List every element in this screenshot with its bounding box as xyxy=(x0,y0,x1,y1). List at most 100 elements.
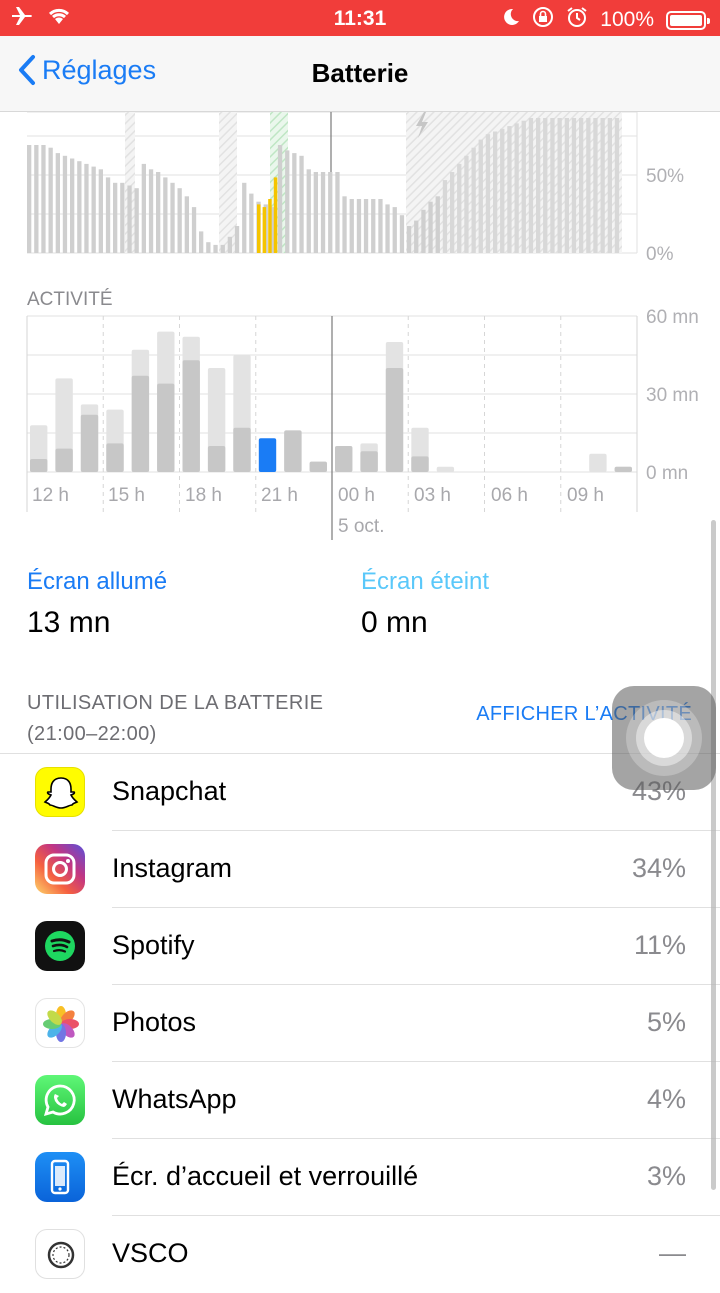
battery-bar xyxy=(507,126,512,253)
activity-bar-active xyxy=(157,383,175,472)
app-row-instagram[interactable]: Instagram 34% xyxy=(0,831,720,908)
charging-region xyxy=(219,112,237,253)
battery-bar xyxy=(62,155,68,253)
activity-bar-active xyxy=(106,443,124,472)
battery-bar xyxy=(177,188,182,253)
app-name: Instagram xyxy=(112,853,233,883)
battery-bar xyxy=(428,201,433,253)
battery-bar xyxy=(163,177,168,253)
screen-on-value: 13 mn xyxy=(27,606,111,639)
battery-bar xyxy=(514,123,519,254)
vsco-icon xyxy=(35,1229,85,1279)
battery-bar xyxy=(170,182,175,253)
app-row-home-lock-screen[interactable]: Écr. d’accueil et verrouillé 3% xyxy=(0,1139,720,1216)
status-right: 100% xyxy=(502,6,710,34)
battery-bar xyxy=(543,118,548,253)
battery-bar xyxy=(234,226,240,253)
battery-bar xyxy=(191,207,197,253)
moon-icon xyxy=(502,7,520,33)
battery-bar xyxy=(457,163,462,253)
battery-y-tick-0: 0% xyxy=(646,244,674,265)
battery-bar xyxy=(306,169,311,253)
battery-bar xyxy=(184,196,189,253)
battery-bar xyxy=(77,161,82,253)
date-label: 5 oct. xyxy=(338,516,384,537)
battery-bar xyxy=(242,182,247,253)
battery-bar xyxy=(48,147,53,253)
x-tick-12h: 12 h xyxy=(32,485,69,506)
battery-bar xyxy=(220,244,225,253)
battery-bar xyxy=(27,145,32,253)
battery-bar xyxy=(342,196,347,253)
alarm-icon xyxy=(566,6,588,34)
app-name: Spotify xyxy=(112,930,195,960)
battery-bar xyxy=(564,118,569,253)
activity-bar-active xyxy=(335,446,353,472)
battery-bar xyxy=(493,131,498,253)
battery-bar xyxy=(91,166,96,253)
battery-bar xyxy=(363,199,369,253)
battery-bar xyxy=(227,236,232,253)
battery-bar-highlight xyxy=(268,199,272,253)
battery-bar xyxy=(213,244,218,253)
battery-bar xyxy=(399,215,405,253)
activity-label: ACTIVITÉ xyxy=(27,289,113,310)
app-name: WhatsApp xyxy=(112,1084,237,1114)
x-tick-03h: 03 h xyxy=(414,485,451,506)
x-tick-15h: 15 h xyxy=(108,485,145,506)
scroll-indicator[interactable] xyxy=(711,520,716,1190)
battery-bar xyxy=(41,145,46,253)
screen-on-label[interactable]: Écran allumé xyxy=(27,568,167,596)
app-row-photos[interactable]: Photos 5% xyxy=(0,985,720,1062)
snapchat-icon xyxy=(35,767,85,817)
app-percent: 11% xyxy=(633,930,686,960)
battery-bar xyxy=(105,177,111,253)
battery-usage-time-range: (21:00–22:00) xyxy=(27,723,157,745)
battery-bar xyxy=(593,118,598,253)
battery-bar xyxy=(435,196,440,253)
battery-bar xyxy=(127,185,132,253)
battery-bar xyxy=(148,169,154,253)
x-tick-00h: 00 h xyxy=(338,485,375,506)
app-row-vsco[interactable]: VSCO — xyxy=(0,1216,720,1293)
app-row-whatsapp[interactable]: WhatsApp 4% xyxy=(0,1062,720,1139)
battery-bar xyxy=(292,153,297,253)
battery-bar xyxy=(478,139,483,253)
battery-bar xyxy=(328,172,333,253)
battery-bar xyxy=(199,231,204,253)
battery-bar xyxy=(141,163,146,253)
activity-bar-active xyxy=(207,446,226,472)
battery-bar xyxy=(299,155,304,253)
activity-bar-active xyxy=(360,451,378,472)
battery-bar xyxy=(557,118,562,253)
x-tick-21h: 21 h xyxy=(261,485,298,506)
screen-off-value: 0 mn xyxy=(361,606,428,639)
app-name: Photos xyxy=(112,1007,197,1037)
activity-bar-total xyxy=(436,466,455,472)
battery-bar xyxy=(579,118,584,253)
activity-bar-active xyxy=(233,427,251,472)
app-percent: — xyxy=(659,1238,686,1268)
battery-bar xyxy=(442,180,448,253)
status-bar: 11:31 100% xyxy=(0,0,720,36)
assistive-touch-button[interactable] xyxy=(612,686,716,790)
activity-bar-active xyxy=(309,461,327,472)
battery-usage-title-line1: UTILISATION DE LA BATTERIE xyxy=(27,692,324,714)
screen-off-label[interactable]: Écran éteint xyxy=(361,568,489,596)
battery-bar xyxy=(500,128,505,253)
battery-bar-highlight xyxy=(273,177,278,253)
battery-bar xyxy=(98,169,103,253)
activity-y-tick-60: 60 mn xyxy=(646,307,699,328)
battery-bar xyxy=(277,145,283,253)
spotify-icon xyxy=(35,921,85,971)
battery-bar xyxy=(600,118,605,253)
navigation-bar: Réglages Batterie xyxy=(0,36,720,112)
battery-bar xyxy=(70,158,75,253)
x-tick-18h: 18 h xyxy=(185,485,222,506)
screen-time-stats: Écran allumé 13 mn Écran éteint 0 mn xyxy=(0,566,720,646)
battery-bar xyxy=(571,118,577,253)
home-lock-screen-icon xyxy=(35,1152,85,1202)
activity-bar-active xyxy=(131,375,150,472)
battery-bar xyxy=(249,193,254,253)
app-row-spotify[interactable]: Spotify 11% xyxy=(0,908,720,985)
